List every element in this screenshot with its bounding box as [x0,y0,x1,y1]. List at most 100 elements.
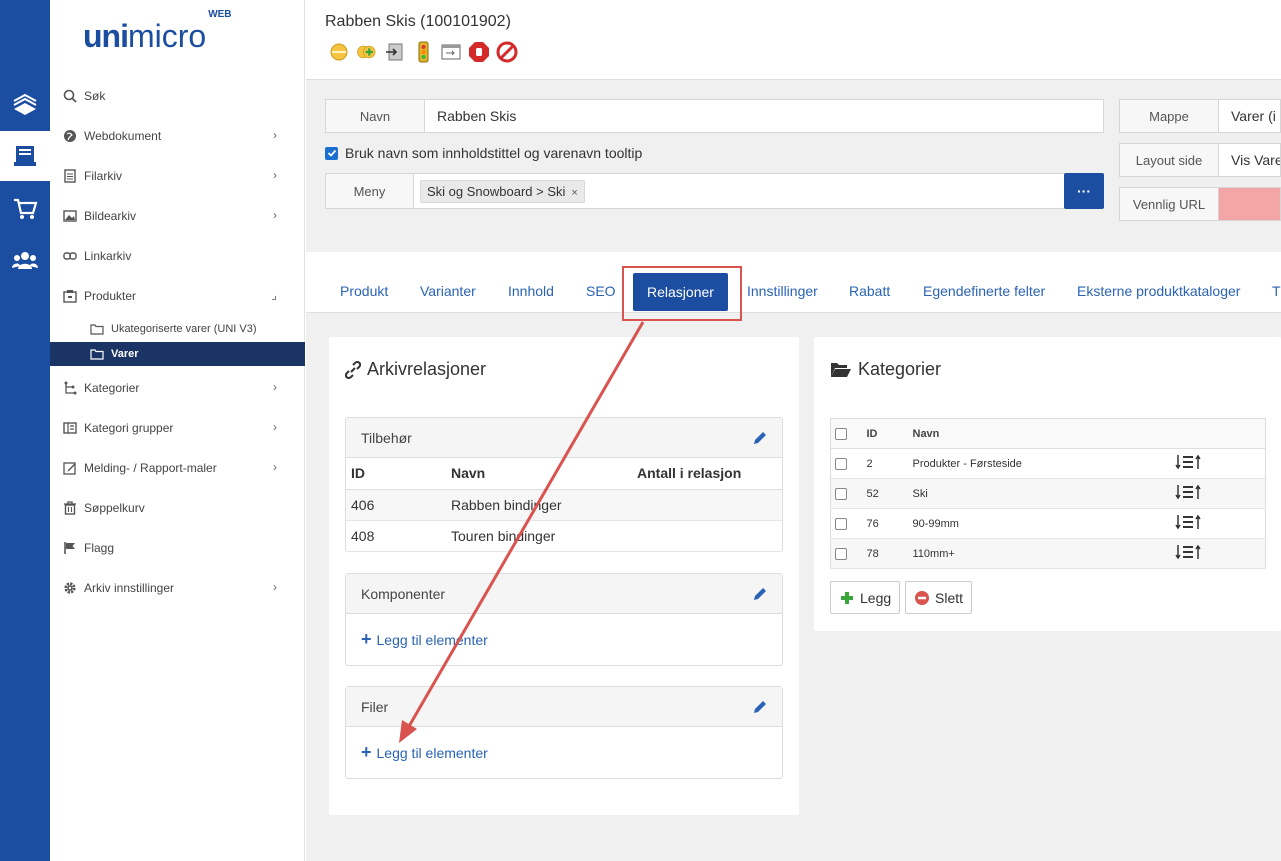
url-label: Vennlig URL [1119,187,1219,221]
tab-varianter[interactable]: Varianter [420,283,476,299]
block-icon[interactable] [496,41,518,63]
sort-icon[interactable] [1174,544,1203,560]
pencil-icon[interactable] [752,430,768,446]
sidebar-item-soppelkurv[interactable]: Søppelkurv [50,496,305,520]
layout-label: Layout side [1119,143,1219,177]
table-row[interactable]: 406 Rabben bindinger [346,489,782,521]
sidebar-item-webdokument[interactable]: Webdokument › [50,124,305,148]
sidebar-item-filarkiv[interactable]: Filarkiv › [50,164,305,188]
sidebar-subitem-varer[interactable]: Varer [50,342,305,366]
traffic-light-icon[interactable] [412,41,434,63]
rail-users-icon[interactable] [0,236,50,286]
use-name-checkbox-row[interactable]: Bruk navn som innholdstittel og varenavn… [325,145,642,161]
row-checkbox[interactable] [835,547,847,560]
add-coin-icon[interactable] [356,41,378,63]
filer-box: Filer + Legg til elementer [345,686,783,779]
url-input[interactable] [1219,187,1281,221]
arkivrelasjoner-title: Arkivrelasjoner [345,359,486,380]
meny-row: Meny Ski og Snowboard > Ski × [325,173,1065,209]
link-icon [62,248,78,264]
meny-label: Meny [325,173,414,209]
select-all-checkbox[interactable] [835,427,847,440]
komponenter-box: Komponenter + Legg til elementer [345,573,783,666]
delete-category-button[interactable]: Slett [905,581,973,614]
mappe-label: Mappe [1119,99,1219,133]
plus-icon: + [361,629,372,649]
pencil-icon[interactable] [752,699,768,715]
tab-eksterne-produktkataloger[interactable]: Eksterne produktkataloger [1077,283,1240,299]
sidebar-item-produkter[interactable]: Produkter ⌟ [50,284,305,308]
sort-icon[interactable] [1174,514,1203,530]
sidebar-item-bildearkiv[interactable]: Bildearkiv › [50,204,305,228]
sidebar-item-kategori-grupper[interactable]: Kategori grupper › [50,416,305,440]
more-button[interactable]: ··· [1064,173,1104,209]
box-icon [62,288,78,304]
layout-select[interactable]: Vis Vare [1219,143,1281,177]
url-row: Vennlig URL [1119,187,1281,221]
tab-more[interactable]: T [1272,283,1281,299]
add-category-button[interactable]: Legg [830,581,901,614]
use-name-checkbox[interactable] [325,146,338,160]
tab-innhold[interactable]: Innhold [508,283,554,299]
sort-icon[interactable] [1174,484,1203,500]
row-checkbox[interactable] [835,457,847,470]
row-checkbox[interactable] [835,487,847,500]
tilbehor-box: Tilbehør ID Navn Antall i relasjon 406 R… [345,417,783,552]
status-sun-icon[interactable] [328,41,350,63]
tab-innstillinger[interactable]: Innstillinger [747,283,818,299]
sidebar-item-arkiv-innstillinger[interactable]: Arkiv innstillinger › [50,576,305,600]
tab-rabatt[interactable]: Rabatt [849,283,890,299]
mappe-row: Mappe Varer (i [1119,99,1281,133]
tab-produkt[interactable]: Produkt [340,283,388,299]
navn-row: Navn Rabben Skis [325,99,1104,133]
gear-icon [62,580,78,596]
kategorier-panel: Kategorier ID Navn 2 Produkter - Førstes… [814,337,1281,631]
book-icon [62,420,78,436]
rail-cart-icon[interactable] [0,184,50,234]
image-icon [62,208,78,224]
page-title: Rabben Skis (100101902) [325,13,511,30]
chevron-right-icon: › [273,460,277,474]
sidebar-subitem-ukategoriserte[interactable]: Ukategoriserte varer (UNI V3) [50,317,305,341]
tab-egendefinerte-felter[interactable]: Egendefinerte felter [923,283,1045,299]
export-icon[interactable] [384,41,406,63]
navn-input[interactable]: Rabben Skis [425,99,1104,133]
sidebar-item-melding-rapport-maler[interactable]: Melding- / Rapport-maler › [50,456,305,480]
sidebar-item-kategorier[interactable]: Kategorier › [50,376,305,400]
sidebar: unimicroWEB Søk Webdokument › Filarkiv ›… [50,0,305,861]
plus-icon [841,591,853,604]
filer-add-link[interactable]: + Legg til elementer [361,742,488,763]
sidebar-item-linkarkiv[interactable]: Linkarkiv [50,244,305,268]
row-checkbox[interactable] [835,517,847,530]
filer-header: Filer [346,687,782,727]
rail-webdocs-icon[interactable] [0,80,50,130]
plus-icon: + [361,742,372,762]
rail-archive-icon[interactable] [0,131,50,181]
folder-icon [90,322,104,336]
folder-icon [90,347,104,361]
table-row[interactable]: 78 110mm+ [830,538,1266,569]
toolbar [328,41,518,63]
tilbehor-table: ID Navn Antall i relasjon 406 Rabben bin… [346,458,782,552]
stop-hand-icon[interactable] [468,41,490,63]
chevron-right-icon: › [273,580,277,594]
tab-seo[interactable]: SEO [586,283,616,299]
minus-circle-icon [915,590,929,605]
sidebar-item-sok[interactable]: Søk [50,84,305,108]
table-row[interactable]: 52 Ski [830,478,1266,509]
chevron-right-icon: › [273,420,277,434]
mappe-select[interactable]: Varer (i [1219,99,1281,133]
pencil-icon[interactable] [752,586,768,602]
link-icon [345,360,361,379]
komponenter-add-link[interactable]: + Legg til elementer [361,629,488,650]
navn-label: Navn [325,99,425,133]
table-row[interactable]: 2 Produkter - Førsteside [830,448,1266,479]
tab-bar: Produkt Varianter Innhold SEO Relasjoner… [306,252,1281,321]
window-icon[interactable] [440,41,462,63]
table-row[interactable]: 408 Touren bindinger [346,520,782,552]
sidebar-item-flagg[interactable]: Flagg [50,536,305,560]
sort-icon[interactable] [1174,454,1203,470]
table-row[interactable]: 76 90-99mm [830,508,1266,539]
remove-tag-icon[interactable]: × [571,187,577,199]
meny-input[interactable]: Ski og Snowboard > Ski × [414,173,1065,209]
